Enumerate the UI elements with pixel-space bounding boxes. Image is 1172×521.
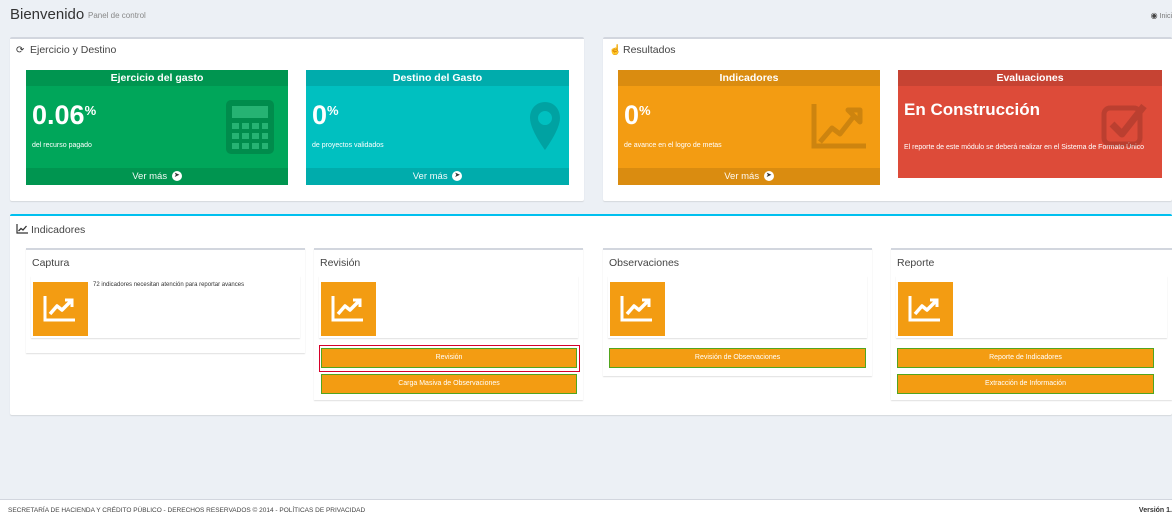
destino-gasto-more-label: Ver más	[412, 171, 448, 182]
carga-masiva-button[interactable]: Carga Masiva de Observaciones	[321, 374, 577, 394]
reporte-info-box	[896, 276, 1167, 338]
destino-gasto-more-link[interactable]: Ver más ➤	[306, 168, 569, 185]
line-chart-icon	[908, 296, 940, 322]
indicadores-tile-unit: %	[639, 103, 651, 118]
evaluaciones-status: En Construcción	[904, 100, 1041, 119]
destino-gasto-desc: de proyectos validados	[312, 142, 384, 149]
page-subtitle: Panel de control	[88, 11, 146, 20]
ejercicio-gasto-number: 0.06	[32, 100, 85, 130]
revision-button-highlight	[319, 345, 580, 372]
indicadores-tile: Indicadores 0% de avance en el logro de …	[618, 70, 880, 185]
content-header: Bienvenido Panel de control ◉ Inici	[0, 0, 1172, 30]
reporte-icon-box	[898, 282, 953, 336]
indicadores-more-link[interactable]: Ver más ➤	[618, 168, 880, 185]
revision-title: Revisión	[320, 257, 361, 269]
indicadores-tile-header: Indicadores	[618, 70, 880, 86]
footer-version: Versión 1.	[1138, 507, 1172, 514]
line-chart-icon	[43, 296, 75, 322]
footer-copyright: SECRETARÍA DE HACIENDA Y CRÉDITO PÚBLICO…	[8, 507, 366, 514]
destino-gasto-unit: %	[327, 103, 339, 118]
arrow-circle-right-icon: ➤	[452, 171, 463, 182]
revision-info-box	[319, 276, 578, 338]
destino-gasto-header: Destino del Gasto	[306, 70, 569, 86]
indicadores-tile-value: 0%	[624, 100, 651, 131]
arrow-circle-right-icon: ➤	[171, 171, 182, 182]
observaciones-info-box	[608, 276, 867, 338]
ejercicio-destino-title: Ejercicio y Destino	[30, 44, 117, 56]
captura-text: 72 indicadores necesitan atención para r…	[93, 282, 245, 288]
indicadores-more-label: Ver más	[724, 171, 760, 182]
indicadores-box: Indicadores Captura 72 indicadores neces…	[10, 214, 1172, 415]
extraccion-informacion-button[interactable]: Extracción de Información	[897, 374, 1154, 394]
reporte-panel: Reporte Reporte de Indicadores Extracció…	[891, 248, 1172, 400]
evaluaciones-tile: Evaluaciones En Construcción El reporte …	[898, 70, 1162, 178]
captura-panel: Captura 72 indicadores necesitan atenció…	[26, 248, 305, 353]
ejercicio-gasto-desc: del recurso pagado	[32, 142, 92, 149]
ejercicio-gasto-more-label: Ver más	[132, 171, 168, 182]
ejercicio-destino-header: ⟳ Ejercicio y Destino	[16, 44, 116, 56]
line-chart-icon	[16, 224, 28, 234]
reporte-title: Reporte	[897, 257, 935, 269]
ejercicio-destino-box: ⟳ Ejercicio y Destino Ejercicio del gasto…	[10, 37, 584, 201]
ejercicio-gasto-unit: %	[84, 103, 97, 118]
resultados-box: ☝ Resultados Indicadores 0% de avance en …	[603, 37, 1172, 201]
revision-panel: Revisión Revisión Carga Masiva de Observ…	[314, 248, 583, 400]
ejercicio-gasto-header: Ejercicio del gasto	[26, 70, 288, 86]
arrow-circle-right-icon: ➤	[763, 171, 774, 182]
indicadores-box-header: Indicadores	[16, 224, 85, 236]
ejercicio-gasto-tile: Ejercicio del gasto 0.06% del recurso pa…	[26, 70, 288, 185]
thumbs-up-icon: ☝	[609, 45, 622, 56]
check-square-icon	[1101, 103, 1147, 147]
line-chart-icon	[331, 296, 363, 322]
captura-info-box: 72 indicadores necesitan atención para r…	[31, 276, 300, 338]
calculator-icon	[226, 100, 274, 154]
revision-observaciones-button[interactable]: Revisión de Observaciones	[609, 348, 866, 368]
refresh-icon: ⟳	[16, 45, 25, 56]
line-chart-icon	[620, 296, 652, 322]
area-chart-icon	[811, 104, 866, 149]
observaciones-title: Observaciones	[609, 257, 680, 269]
observaciones-panel: Observaciones Revisión de Observaciones	[603, 248, 872, 376]
map-marker-icon	[530, 102, 560, 150]
resultados-title: Resultados	[623, 44, 676, 56]
destino-gasto-number: 0	[312, 100, 328, 130]
indicadores-box-title: Indicadores	[31, 224, 86, 236]
revision-icon-box	[321, 282, 376, 336]
destino-gasto-value: 0%	[312, 100, 339, 131]
breadcrumb-label: Inici	[1159, 13, 1172, 20]
captura-icon-box	[33, 282, 88, 336]
dashboard-icon: ◉	[1150, 11, 1158, 20]
reporte-indicadores-button[interactable]: Reporte de Indicadores	[897, 348, 1154, 368]
page-footer: SECRETARÍA DE HACIENDA Y CRÉDITO PÚBLICO…	[0, 499, 1172, 521]
captura-title: Captura	[32, 257, 70, 269]
page-title: Bienvenido	[10, 6, 85, 23]
ejercicio-gasto-more-link[interactable]: Ver más ➤	[26, 168, 288, 185]
evaluaciones-header: Evaluaciones	[898, 70, 1162, 86]
resultados-header: ☝ Resultados	[609, 44, 676, 56]
observaciones-icon-box	[610, 282, 665, 336]
ejercicio-gasto-value: 0.06%	[32, 100, 96, 131]
destino-gasto-tile: Destino del Gasto 0% de proyectos valida…	[306, 70, 569, 185]
indicadores-tile-number: 0	[624, 100, 640, 130]
indicadores-tile-desc: de avance en el logro de metas	[624, 142, 722, 149]
breadcrumb-home[interactable]: ◉ Inici	[1151, 11, 1172, 20]
